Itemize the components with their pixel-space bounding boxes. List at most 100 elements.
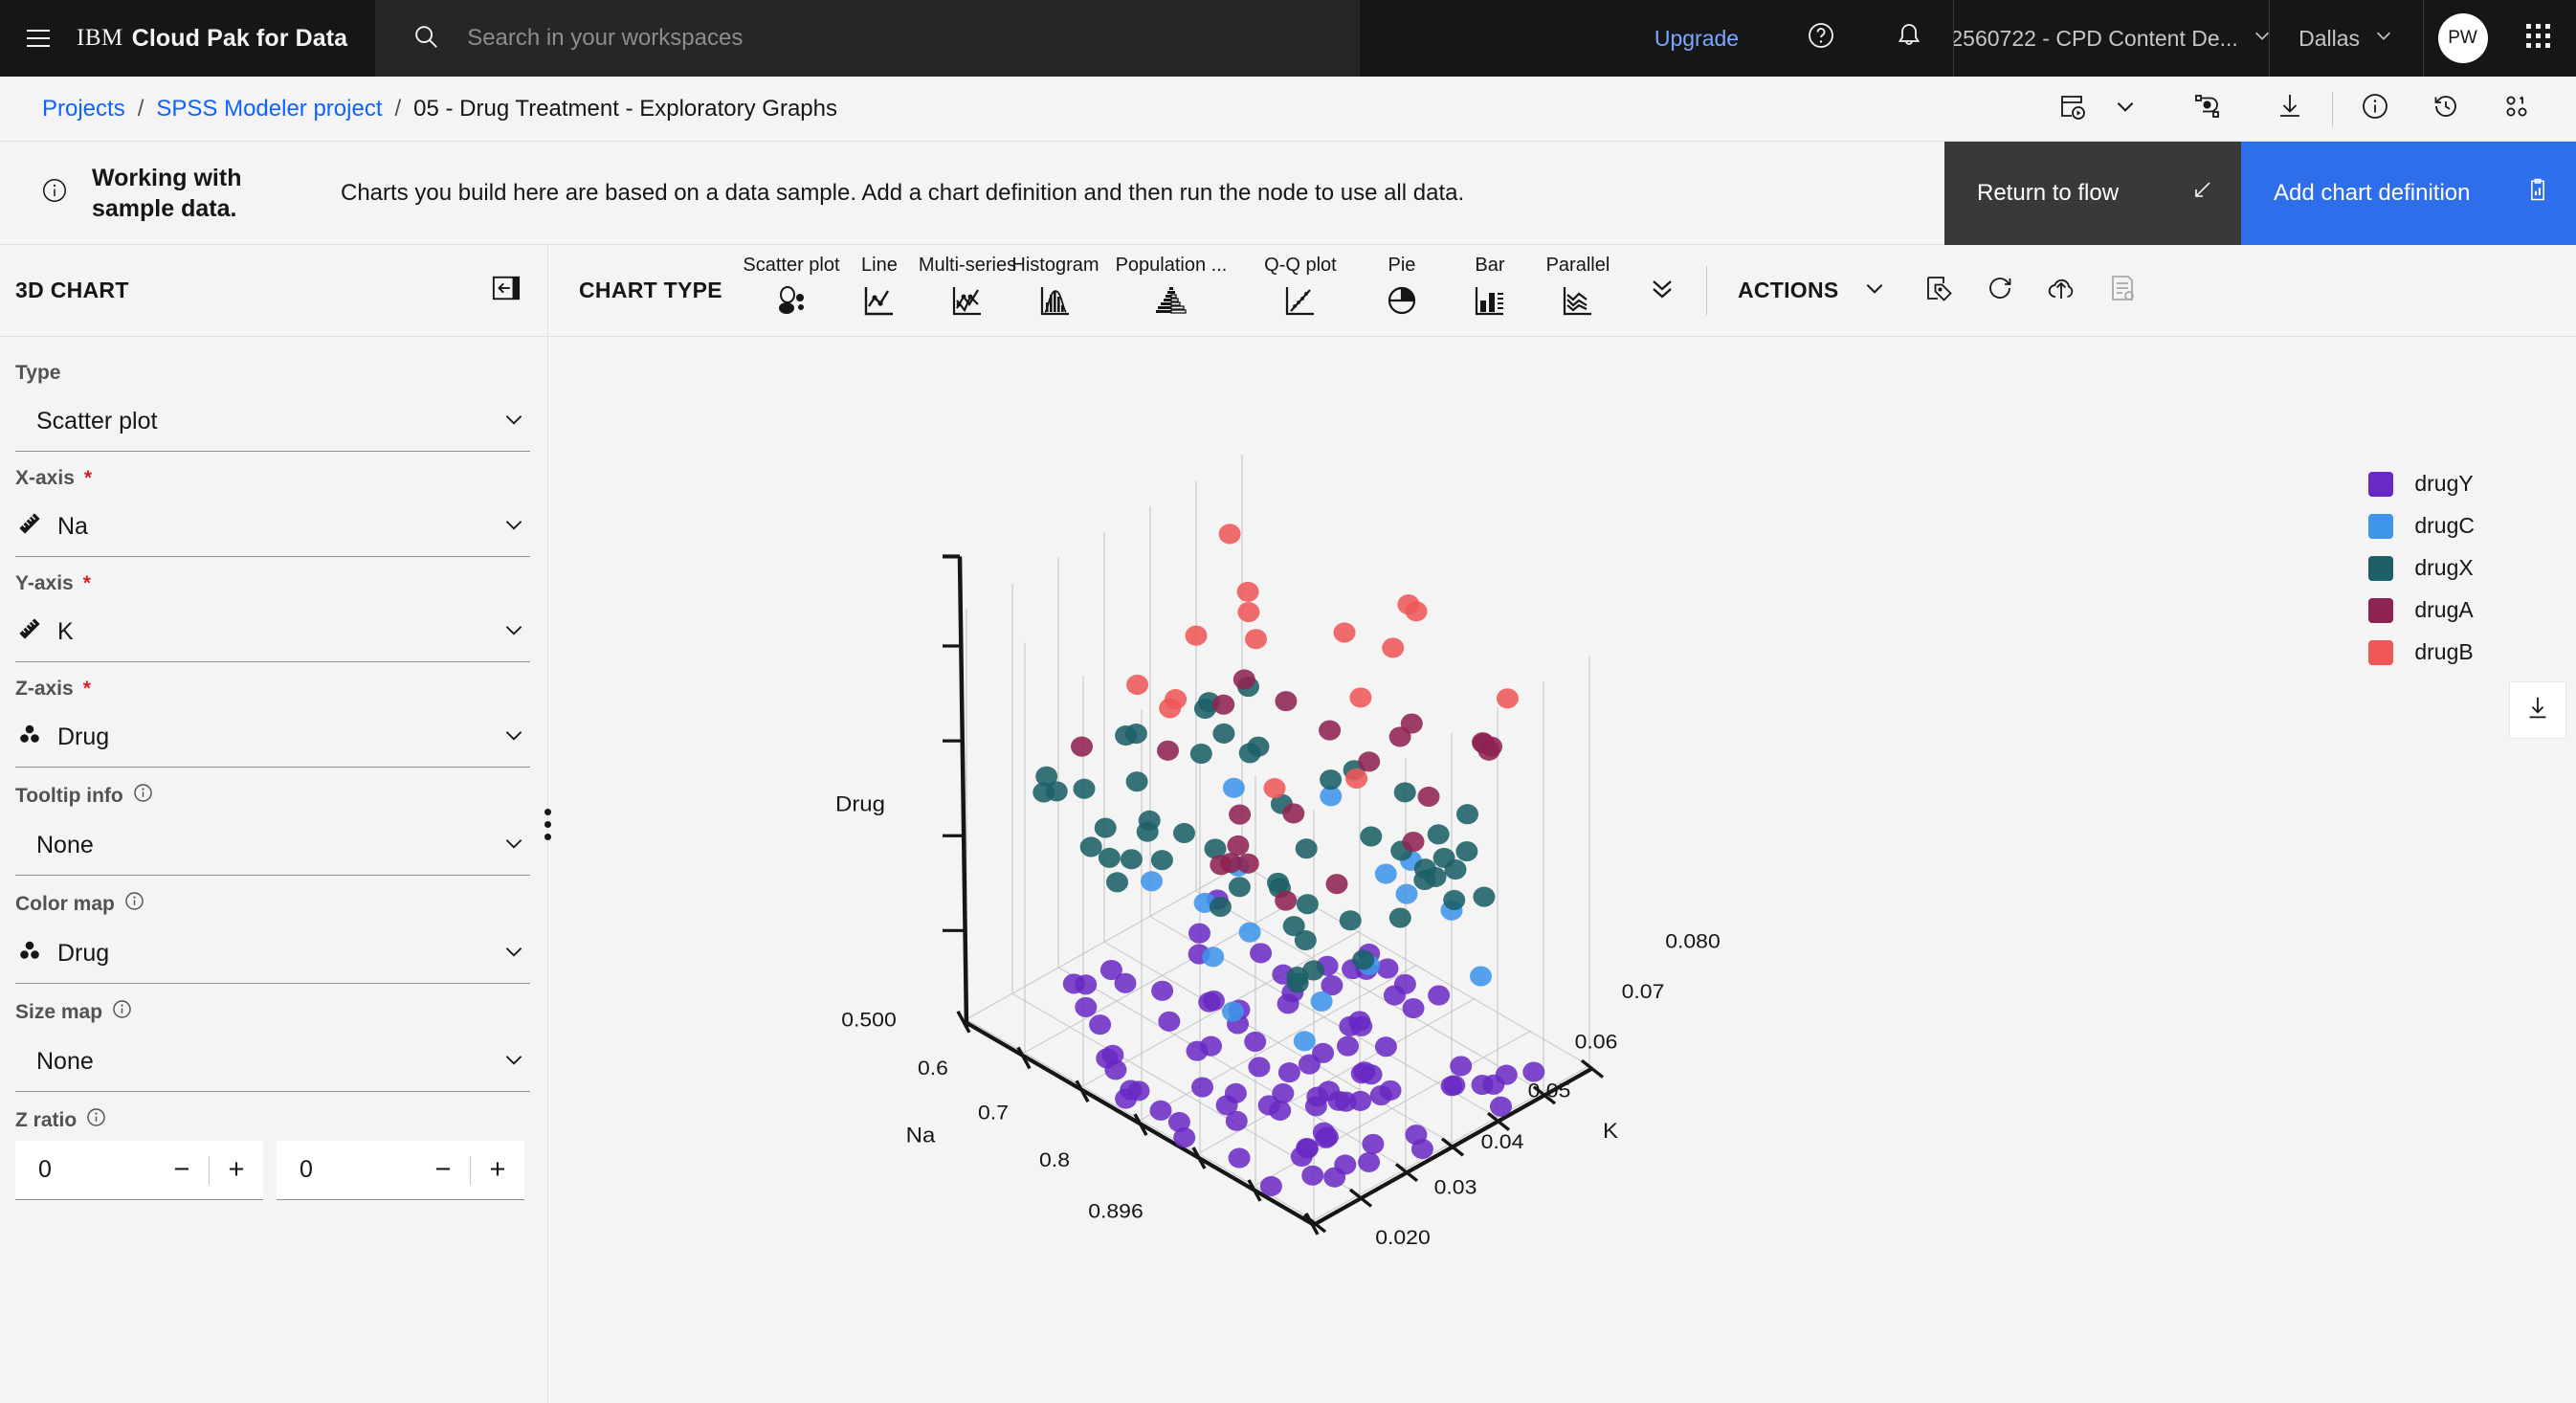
data-point[interactable] [1296, 1137, 1319, 1159]
z-ratio-value-a[interactable]: 0 [15, 1156, 155, 1184]
data-point[interactable] [1075, 996, 1098, 1017]
data-point[interactable] [1327, 1090, 1350, 1111]
data-point[interactable] [1244, 1031, 1267, 1053]
data-point[interactable] [1443, 889, 1466, 911]
chart-canvas[interactable]: Drug 0.500 0.6 0.7 0.8 0.896 Na 0.020 0.… [548, 337, 2576, 1403]
data-point[interactable] [1470, 966, 1492, 987]
data-point[interactable] [1319, 720, 1342, 741]
data-point[interactable] [1275, 691, 1298, 712]
data-point[interactable] [1210, 855, 1232, 876]
size-map-select[interactable]: None [15, 1033, 530, 1092]
data-point[interactable] [1079, 836, 1102, 857]
data-point[interactable] [1126, 674, 1149, 696]
data-point[interactable] [1315, 1127, 1338, 1148]
data-point[interactable] [1062, 973, 1085, 994]
chart-type-expand-button[interactable] [1622, 245, 1706, 336]
info-icon[interactable] [112, 999, 132, 1025]
chart-type-multi-series[interactable]: Multi-series [919, 245, 1016, 336]
legend-item-drugC[interactable]: drugC [2368, 513, 2475, 539]
add-chart-definition-button[interactable]: Add chart definition [2241, 141, 2576, 245]
data-point[interactable] [1382, 637, 1405, 658]
data-point[interactable] [1395, 883, 1418, 904]
data-point[interactable] [1202, 990, 1225, 1012]
data-point[interactable] [1138, 810, 1161, 831]
data-point[interactable] [1405, 601, 1428, 622]
data-point[interactable] [1238, 922, 1261, 943]
data-point[interactable] [1379, 1080, 1402, 1101]
data-point[interactable] [1413, 870, 1436, 891]
data-point[interactable] [1337, 1036, 1359, 1057]
z-ratio-b-increment[interactable]: + [471, 1141, 524, 1199]
history-button[interactable] [2419, 82, 2473, 136]
data-point[interactable] [1165, 689, 1188, 710]
data-point[interactable] [1428, 985, 1451, 1006]
download-flow-button[interactable] [2263, 82, 2317, 136]
info-icon[interactable] [124, 891, 144, 917]
sidebar-resize-handle[interactable] [543, 802, 552, 846]
data-point[interactable] [1350, 1015, 1373, 1036]
data-point[interactable] [1444, 858, 1467, 880]
data-point[interactable] [1393, 973, 1416, 994]
data-point[interactable] [1248, 1057, 1271, 1078]
data-point[interactable] [1149, 1100, 1172, 1121]
data-point[interactable] [1402, 831, 1425, 853]
data-point[interactable] [1224, 1082, 1247, 1103]
data-point[interactable] [1294, 929, 1317, 951]
info-panel-button[interactable] [2348, 82, 2402, 136]
data-point[interactable] [1325, 874, 1348, 895]
chart-type-qq-plot[interactable]: Q-Q plot [1243, 245, 1358, 336]
data-point[interactable] [1522, 1061, 1545, 1082]
data-point[interactable] [1185, 625, 1208, 646]
info-icon[interactable] [133, 783, 153, 809]
global-search[interactable] [374, 0, 1361, 77]
data-point[interactable] [1345, 768, 1368, 790]
notifications-button[interactable] [1865, 0, 1953, 77]
help-button[interactable] [1777, 0, 1865, 77]
data-point[interactable] [1232, 669, 1255, 690]
data-point[interactable] [1173, 822, 1195, 844]
flow-nodes-button[interactable] [2181, 82, 2234, 136]
chart-type-scatter-plot[interactable]: Scatter plot [743, 245, 840, 336]
data-point[interactable] [1267, 872, 1289, 893]
data-point[interactable] [1073, 778, 1096, 799]
chart-log-button[interactable] [2096, 264, 2149, 318]
publish-chart-button[interactable] [2034, 264, 2088, 318]
data-point[interactable] [1228, 1147, 1251, 1169]
data-point[interactable] [1496, 688, 1519, 709]
account-selector[interactable]: 2560722 - CPD Content De... [1953, 0, 2269, 77]
data-point[interactable] [1150, 850, 1173, 871]
collaborators-button[interactable] [2490, 82, 2543, 136]
breadcrumb-projects[interactable]: Projects [42, 96, 125, 122]
data-point[interactable] [1275, 890, 1298, 911]
data-point[interactable] [1259, 1175, 1282, 1196]
info-icon[interactable] [86, 1107, 106, 1133]
data-point[interactable] [1151, 980, 1174, 1001]
app-switcher-button[interactable] [2501, 0, 2576, 77]
collapse-sidebar-button[interactable] [492, 274, 521, 307]
data-point[interactable] [1222, 777, 1245, 798]
data-point[interactable] [1212, 723, 1235, 744]
data-point[interactable] [1456, 804, 1478, 825]
data-point[interactable] [1293, 1031, 1316, 1052]
data-point[interactable] [1227, 835, 1250, 857]
data-point[interactable] [1124, 724, 1147, 745]
data-point[interactable] [1120, 849, 1143, 870]
legend-item-drugA[interactable]: drugA [2368, 597, 2475, 623]
annotate-button[interactable] [1912, 264, 1965, 318]
x-axis-select[interactable]: Na [15, 498, 530, 557]
data-point[interactable] [1158, 1011, 1181, 1032]
data-point[interactable] [1263, 778, 1286, 799]
data-point[interactable] [1440, 1076, 1463, 1097]
chart-type-histogram[interactable]: Histogram [1011, 245, 1099, 336]
data-point[interactable] [1455, 840, 1478, 862]
data-point[interactable] [1186, 1040, 1209, 1061]
data-point[interactable] [1099, 959, 1122, 981]
data-point[interactable] [1376, 958, 1399, 979]
data-point[interactable] [1360, 826, 1383, 847]
chart-type-pie[interactable]: Pie [1358, 245, 1446, 336]
data-point[interactable] [1450, 1056, 1473, 1077]
data-point[interactable] [1334, 1154, 1357, 1175]
z-ratio-value-b[interactable]: 0 [277, 1156, 416, 1184]
data-point[interactable] [1189, 743, 1212, 765]
refresh-chart-button[interactable] [1973, 264, 2027, 318]
